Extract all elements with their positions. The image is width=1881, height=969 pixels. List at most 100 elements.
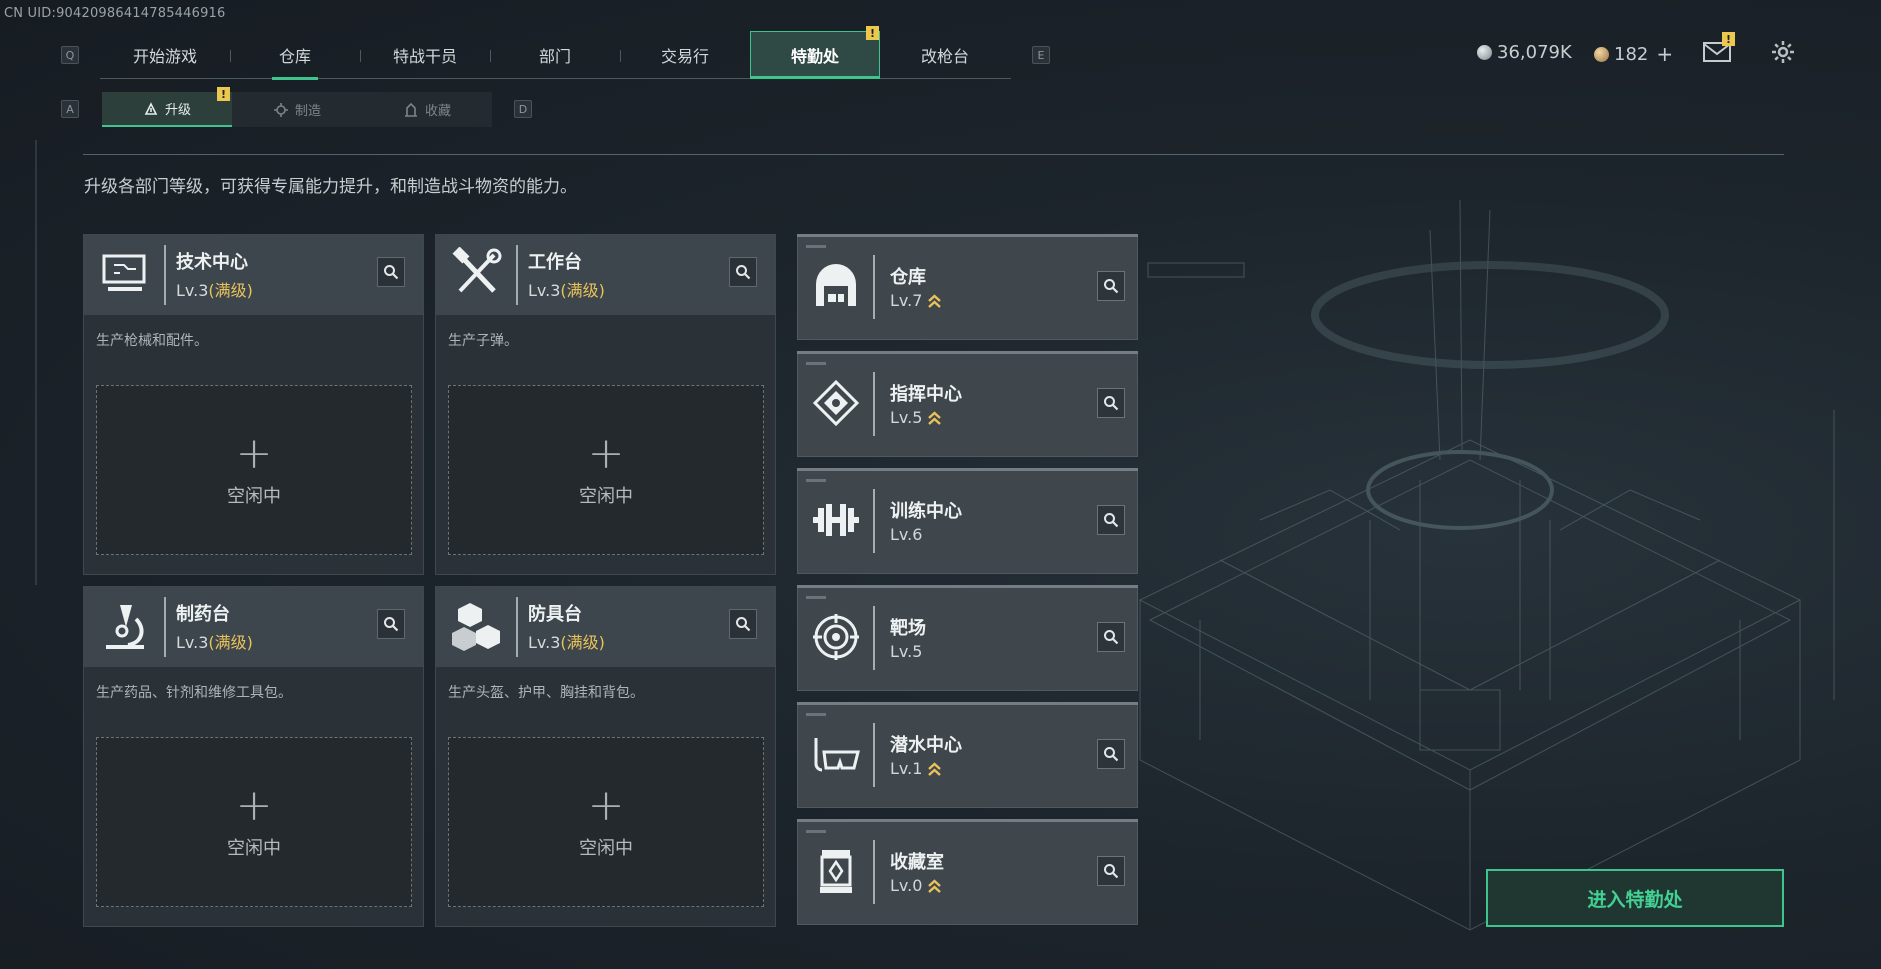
collection-icon [404, 102, 417, 117]
card-name: 工作台 [528, 252, 582, 273]
max-level-label: (满级) [560, 633, 605, 652]
card-divider [164, 597, 166, 657]
production-slot[interactable]: + 空闲中 [448, 737, 764, 907]
card-description: 生产子弹。 [448, 333, 518, 349]
idle-status: 空闲中 [579, 838, 633, 859]
search-button[interactable] [377, 257, 405, 287]
tab-trading[interactable]: 交易行 [620, 31, 750, 79]
department-collection-room[interactable]: 收藏室 Lv.0 [797, 819, 1138, 925]
tab-start-game[interactable]: 开始游戏 [100, 31, 230, 79]
card-divider [516, 597, 518, 657]
craft-icon [273, 102, 288, 117]
a-key-hint[interactable]: A [61, 100, 79, 118]
department-name: 收藏室 [890, 852, 944, 873]
workbench-card-armor[interactable]: 防具台 Lv.3(满级) 生产头盔、护甲、胸挂和背包。 + 空闲中 [435, 586, 776, 927]
sub-nav: 升级 制造 收藏 [102, 92, 492, 127]
search-button[interactable] [1097, 739, 1125, 769]
production-slot[interactable]: + 空闲中 [96, 385, 412, 555]
level-text: Lv.7 [890, 291, 923, 310]
subtab-upgrade[interactable]: 升级 [102, 92, 232, 127]
tab-warehouse[interactable]: 仓库 [230, 31, 360, 80]
card-header: 工作台 Lv.3(满级) [436, 235, 775, 315]
level-text: Lv.3 [176, 281, 209, 300]
production-slot[interactable]: + 空闲中 [448, 385, 764, 555]
idle-status: 空闲中 [579, 486, 633, 507]
workbench-card-workbench[interactable]: 工作台 Lv.3(满级) 生产子弹。 + 空闲中 [435, 234, 776, 575]
mail-warning-badge: ! [1722, 32, 1735, 46]
card-tag [806, 713, 826, 716]
card-tag [806, 479, 826, 482]
search-button[interactable] [1097, 505, 1125, 535]
production-slot[interactable]: + 空闲中 [96, 737, 412, 907]
search-button[interactable] [1097, 622, 1125, 652]
subtab-collection[interactable]: 收藏 [362, 92, 492, 127]
department-warehouse[interactable]: 仓库 Lv.7 [797, 234, 1138, 340]
department-level: Lv.1 [890, 759, 942, 778]
department-diving-center[interactable]: 潜水中心 Lv.1 [797, 702, 1138, 808]
card-header: 制药台 Lv.3(满级) [84, 587, 423, 667]
search-button[interactable] [729, 609, 757, 639]
card-header: 技术中心 Lv.3(满级) [84, 235, 423, 315]
tab-departments[interactable]: 部门 [490, 31, 620, 79]
search-button[interactable] [1097, 388, 1125, 418]
subtab-collection-label: 收藏 [424, 104, 451, 119]
display-case-icon [820, 850, 852, 893]
cubes-icon [452, 603, 500, 651]
search-button[interactable] [1097, 271, 1125, 301]
workbench-card-tech-center[interactable]: 技术中心 Lv.3(满级) 生产枪械和配件。 + 空闲中 [83, 234, 424, 575]
card-name: 技术中心 [176, 252, 248, 273]
gold-amount: 182 [1614, 43, 1649, 65]
subtab-craft[interactable]: 制造 [232, 92, 362, 127]
tab-gunsmith[interactable]: 改枪台 [880, 31, 1010, 79]
department-level: Lv.5 [890, 642, 922, 661]
department-name: 指挥中心 [890, 384, 962, 405]
upgrade-arrow-icon [928, 761, 942, 776]
search-button[interactable] [1097, 856, 1125, 886]
silver-currency: 36,079K [1477, 42, 1572, 63]
search-icon [1104, 630, 1119, 645]
workbench-card-pharmacy[interactable]: 制药台 Lv.3(满级) 生产药品、针剂和维修工具包。 + 空闲中 [83, 586, 424, 927]
card-divider [164, 245, 166, 305]
card-description: 生产枪械和配件。 [96, 333, 208, 349]
card-level: Lv.3(满级) [176, 277, 253, 301]
enter-special-ops-button[interactable]: 进入特勤处 [1486, 869, 1784, 927]
idle-status: 空闲中 [227, 486, 281, 507]
chip-icon [812, 379, 860, 427]
subtab-craft-label: 制造 [294, 104, 321, 119]
gold-coin-icon [1594, 46, 1609, 62]
card-level: Lv.3(满级) [176, 629, 253, 653]
search-button[interactable] [377, 609, 405, 639]
add-currency-button[interactable]: + [1656, 42, 1673, 66]
q-key-hint[interactable]: Q [61, 46, 79, 64]
card-name: 制药台 [176, 604, 230, 625]
tab-special-ops[interactable]: 特勤处 [750, 31, 880, 79]
search-icon [736, 617, 751, 632]
tab-operators[interactable]: 特战干员 [360, 31, 490, 79]
add-icon: + [587, 428, 625, 479]
department-command-center[interactable]: 指挥中心 Lv.5 [797, 351, 1138, 457]
level-text: Lv.3 [176, 633, 209, 652]
d-key-hint[interactable]: D [514, 100, 532, 118]
gold-currency: 182 + [1594, 42, 1673, 66]
card-tag [806, 362, 826, 365]
level-text: Lv.1 [890, 759, 923, 778]
gear-icon[interactable] [1771, 40, 1795, 64]
e-key-hint[interactable]: E [1032, 46, 1050, 64]
add-icon: + [235, 780, 273, 831]
card-divider [873, 723, 875, 787]
department-level: Lv.7 [890, 291, 942, 310]
card-divider [873, 606, 875, 670]
max-level-label: (满级) [208, 633, 253, 652]
special-ops-warning-badge: ! [866, 26, 879, 40]
add-icon: + [235, 428, 273, 479]
add-icon: + [587, 780, 625, 831]
silver-coin-icon [1477, 45, 1492, 60]
department-name: 训练中心 [890, 501, 962, 522]
department-training-center[interactable]: 训练中心 Lv.6 [797, 468, 1138, 574]
department-shooting-range[interactable]: 靶场 Lv.5 [797, 585, 1138, 691]
department-level: Lv.0 [890, 876, 942, 895]
idle-status: 空闲中 [227, 838, 281, 859]
department-name: 靶场 [890, 618, 926, 639]
target-icon [813, 614, 859, 660]
search-button[interactable] [729, 257, 757, 287]
